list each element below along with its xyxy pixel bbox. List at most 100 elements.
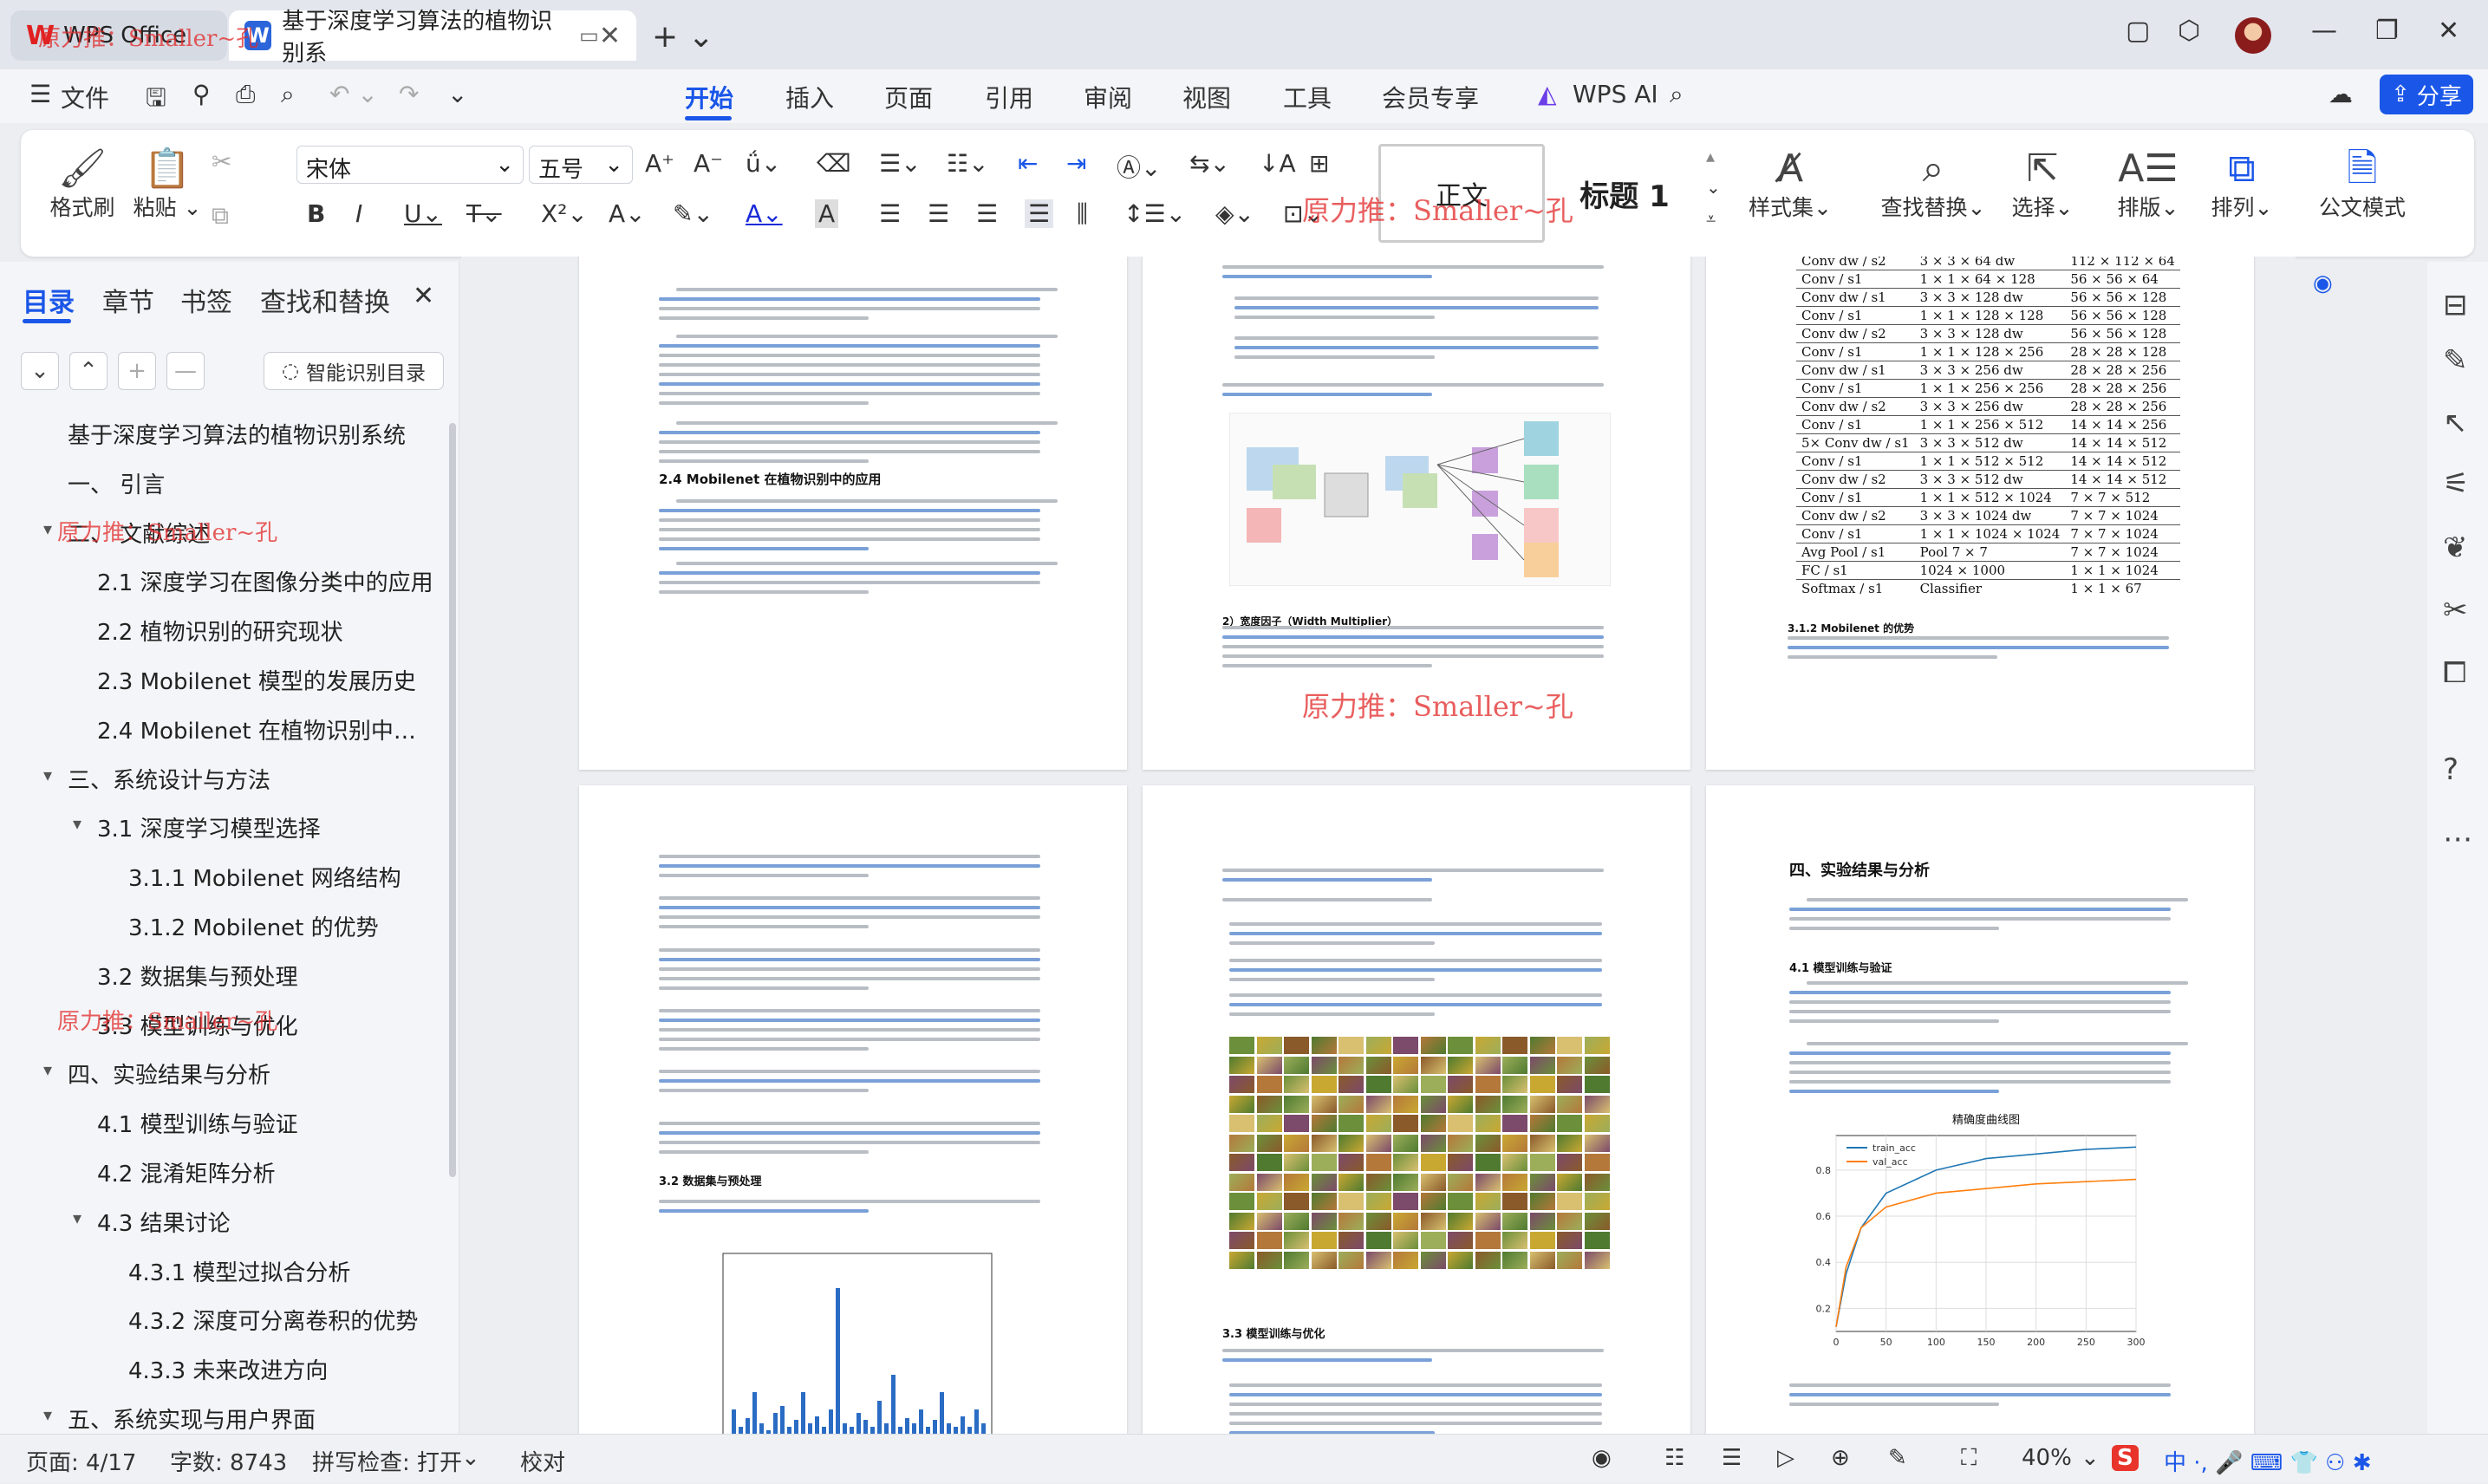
outline-view-icon[interactable]: ☰	[1722, 1445, 1742, 1471]
toc-item[interactable]: 基于深度学习算法的植物识别系统	[68, 418, 406, 450]
share-button[interactable]: ⇪ 分享	[2380, 75, 2473, 114]
toc-item[interactable]: 4.3.1 模型过拟合分析	[128, 1255, 350, 1287]
new-tab-icon[interactable]: + ⌄	[652, 19, 714, 55]
panel-tab-toc[interactable]: 目录	[23, 281, 75, 319]
copy-icon[interactable]: ⧉	[212, 201, 229, 231]
hamburger-icon[interactable]: ☰	[29, 80, 51, 108]
toc-expand-icon[interactable]: ▾	[43, 1404, 52, 1425]
menu-page[interactable]: 页面	[884, 80, 933, 114]
toc-item[interactable]: 3.3 模型训练与优化	[97, 1009, 298, 1041]
distribute-icon[interactable]: ⫼	[1077, 199, 1088, 229]
shrink-font-icon[interactable]: A⁻	[694, 149, 723, 178]
print-preview-icon[interactable]: ⌕	[281, 80, 295, 109]
spell-dropdown-icon[interactable]: ⌄	[461, 1445, 480, 1471]
menu-insert[interactable]: 插入	[785, 80, 834, 114]
sliders-icon[interactable]: ⚟	[2443, 466, 2469, 501]
style-scroll-down-icon[interactable]: ⌄	[1706, 177, 1721, 198]
grow-font-icon[interactable]: A⁺	[645, 149, 674, 178]
increase-indent-icon[interactable]: ⇥	[1066, 149, 1086, 178]
style-normal[interactable]: 正文	[1378, 144, 1545, 243]
toc-item[interactable]: 3.2 数据集与预处理	[97, 960, 298, 992]
page-1[interactable]: 2.4 Mobilenet 在植物识别中的应用	[579, 257, 1127, 770]
page-2[interactable]: 2）宽度因子（Width Multiplier）	[1143, 257, 1690, 770]
word-count[interactable]: 字数: 8743	[170, 1445, 287, 1477]
remove-item-button[interactable]: —	[166, 352, 205, 390]
page-4[interactable]: 3.2 数据集与预处理	[579, 785, 1127, 1434]
sidebar-collapse-icon[interactable]: ⊟	[2443, 288, 2468, 322]
paste-button[interactable]: 📋 粘贴 ⌄	[128, 147, 206, 222]
format-painter-button[interactable]: 🖌 格式刷	[43, 147, 121, 222]
toc-item[interactable]: 4.2 混淆矩阵分析	[97, 1156, 276, 1188]
page-3[interactable]: Conv dw / s2 3 × 3 × 64 dw 112 × 112 × 64 C…	[1706, 257, 2254, 770]
panel-scrollbar[interactable]	[449, 423, 456, 1177]
close-tab-icon[interactable]: ✕	[599, 21, 621, 51]
font-name-select[interactable]: 宋体 ⌄	[296, 146, 524, 184]
shading-icon[interactable]: ◈⌄	[1215, 199, 1254, 228]
strikethrough-icon[interactable]: T⌄	[466, 199, 502, 228]
toc-item[interactable]: 4.1 模型训练与验证	[97, 1107, 298, 1139]
align-left-icon[interactable]: ☰	[879, 199, 901, 228]
toc-item[interactable]: 2.3 Mobilenet 模型的发展历史	[97, 664, 416, 696]
toc-expand-icon[interactable]: ▾	[43, 765, 52, 785]
layout-button[interactable]: A☰ 排版⌄	[2105, 147, 2192, 222]
document-tab[interactable]: W 基于深度学习算法的植物识别系 ▭ ✕	[229, 9, 636, 67]
cursor-icon[interactable]: ↖	[2443, 406, 2468, 440]
zoom-level[interactable]: 40%	[2022, 1445, 2072, 1471]
fit-page-icon[interactable]: ⛶	[1961, 1445, 1977, 1472]
style-expand-icon[interactable]: ⩡	[1706, 208, 1716, 229]
cube-icon[interactable]: ⬡	[2178, 16, 2200, 46]
toc-item[interactable]: 2.2 植物识别的研究现状	[97, 615, 343, 647]
toc-item[interactable]: 2.1 深度学习在图像分类中的应用	[97, 565, 433, 597]
page-5[interactable]: 3.3 模型训练与优化	[1143, 785, 1690, 1434]
style-scroll-up-icon[interactable]: ▴	[1706, 146, 1715, 166]
location-pin-icon[interactable]: ◉	[2313, 270, 2333, 296]
cloud-upload-icon[interactable]: ☁	[2328, 80, 2353, 108]
pen-mode-icon[interactable]: ✎	[1888, 1445, 1907, 1471]
web-view-icon[interactable]: ⊕	[1831, 1445, 1850, 1471]
toc-expand-icon[interactable]: ▾	[73, 1207, 81, 1228]
text-direction-icon[interactable]: Ⓐ⌄	[1117, 149, 1161, 184]
toc-item[interactable]: 一、 引言	[68, 467, 165, 499]
wps-ai-menu[interactable]: WPS AI	[1573, 80, 1658, 108]
expand-all-button[interactable]: ⌄	[21, 352, 59, 390]
paste-dropdown-icon[interactable]: ⌄	[177, 195, 201, 220]
page-view-icon[interactable]: ☷	[1664, 1445, 1684, 1471]
toc-item[interactable]: 二、 文献综述	[68, 517, 210, 549]
save-icon[interactable]: 🖫	[146, 80, 166, 121]
decrease-indent-icon[interactable]: ⇤	[1018, 149, 1038, 178]
justify-icon[interactable]: ☰	[1025, 199, 1054, 228]
brush-icon[interactable]: ❦	[2443, 530, 2468, 565]
toc-item[interactable]: 2.4 Mobilenet 在植物识别中的应...	[97, 713, 433, 745]
page-6[interactable]: 四、实验结果与分析 4.1 模型训练与验证 精确度曲线图 0 50 100 150 200…	[1706, 785, 2254, 1434]
toc-item[interactable]: 4.3.2 深度可分离卷积的优势	[128, 1304, 418, 1336]
minimize-icon[interactable]: —	[2311, 16, 2337, 46]
phonetic-icon[interactable]: ǘ⌄	[746, 149, 781, 178]
panel-tab-bookmarks[interactable]: 书签	[180, 281, 232, 319]
read-mode-icon[interactable]: ▷	[1777, 1445, 1794, 1471]
zoom-dropdown-icon[interactable]: ⌄	[2081, 1445, 2100, 1471]
redo-icon[interactable]: ↷	[399, 80, 419, 108]
superscript-icon[interactable]: X²⌄	[541, 199, 588, 228]
highlight-icon[interactable]: ✎⌄	[673, 199, 713, 228]
char-shading-icon[interactable]: A	[815, 199, 839, 228]
user-avatar[interactable]	[2235, 17, 2271, 54]
border-icon[interactable]: ⊡⌄	[1283, 199, 1324, 228]
style-set-button[interactable]: A̸ 样式集⌄	[1742, 147, 1838, 222]
pen-icon[interactable]: ✎	[2443, 343, 2468, 378]
collapse-all-button[interactable]: ⌃	[69, 352, 107, 390]
toc-item[interactable]: 3.1 深度学习模型选择	[97, 811, 321, 843]
close-window-icon[interactable]: ✕	[2438, 16, 2459, 46]
file-menu[interactable]: 文件	[61, 80, 109, 114]
sort-icon[interactable]: ↓A	[1259, 149, 1296, 178]
spell-check-status[interactable]: 拼写检查: 打开	[312, 1445, 462, 1477]
line-spacing-icon[interactable]: ↕☰⌄	[1124, 199, 1186, 228]
toc-item[interactable]: 4.3.3 未来改进方向	[128, 1353, 328, 1385]
print-icon[interactable]: ⎙	[236, 80, 255, 109]
font-color-icon[interactable]: A⌄	[746, 199, 783, 228]
style-heading-1[interactable]: 标题 1	[1547, 144, 1703, 243]
more-icon[interactable]: ⌄	[447, 80, 467, 108]
smart-toc-button[interactable]: ◌ 智能识别目录	[264, 352, 444, 390]
toc-expand-icon[interactable]: ▾	[43, 518, 52, 539]
find-replace-button[interactable]: ⌕ 查找替换⌄	[1873, 147, 1994, 222]
toc-item[interactable]: 3.1.1 Mobilenet 网络结构	[128, 861, 401, 893]
